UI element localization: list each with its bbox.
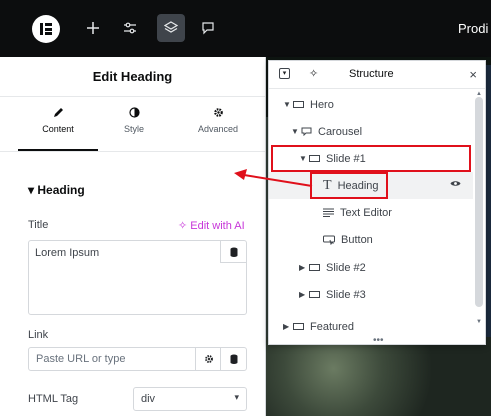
carousel-icon: [301, 127, 312, 136]
heading-section-toggle[interactable]: ▾ Heading: [28, 183, 85, 197]
container-icon: [293, 100, 304, 109]
tree-item-hero[interactable]: ▼ Hero: [269, 91, 473, 118]
tree-item-text-editor[interactable]: Text Editor: [269, 199, 473, 226]
html-tag-label: HTML Tag: [28, 393, 79, 405]
editor-top-bar: Prodi: [0, 0, 491, 57]
tree-item-slide-2[interactable]: ▶ Slide #2: [269, 254, 473, 281]
caret-right-icon[interactable]: ▶: [299, 263, 309, 272]
resize-handle[interactable]: •••: [373, 335, 384, 346]
database-icon: [230, 354, 237, 364]
tab-content-label: Content: [42, 124, 74, 134]
database-icon: [230, 247, 237, 257]
link-options-button[interactable]: [195, 347, 221, 371]
dynamic-tags-button[interactable]: [220, 241, 246, 263]
title-textarea[interactable]: Lorem Ipsum: [28, 240, 247, 315]
elementor-logo[interactable]: [32, 15, 60, 43]
edit-with-ai-label: Edit with AI: [190, 220, 245, 232]
highlight-heading: [310, 172, 388, 199]
section-title: Heading: [37, 183, 85, 197]
button-icon: [323, 235, 335, 245]
tab-advanced[interactable]: Advanced: [178, 107, 258, 134]
active-tab-indicator: [18, 149, 98, 151]
chevron-down-icon: ▾: [234, 392, 239, 402]
panel-tabs: Content Style Advanced: [0, 97, 265, 152]
container-icon: [309, 263, 320, 272]
tree-item-label: Slide #2: [326, 261, 366, 274]
structure-panel: ▾ ✧ Structure × ▼ Hero ▼ Carousel ▼ Slid…: [268, 60, 486, 346]
container-icon: [293, 322, 304, 331]
structure-header: ▾ ✧ Structure ×: [269, 61, 485, 89]
link-label: Link: [28, 329, 49, 341]
caret-down-icon[interactable]: ▼: [291, 127, 301, 136]
container-icon: [309, 290, 320, 299]
caret-right-icon[interactable]: ▶: [299, 290, 309, 299]
text-editor-icon: [323, 208, 334, 217]
gear-icon: [213, 108, 223, 117]
tab-style-label: Style: [123, 124, 144, 134]
layers-icon[interactable]: [157, 14, 185, 42]
structure-title: Structure: [349, 68, 394, 80]
sparkle-icon: ✧: [178, 220, 191, 232]
tree-item-label: Hero: [310, 98, 334, 111]
eye-icon[interactable]: [450, 179, 461, 191]
tree-item-featured[interactable]: ▶ Featured: [269, 313, 473, 340]
annotation-arrow: [234, 169, 313, 187]
tab-content[interactable]: Content: [18, 107, 98, 134]
title-value: Lorem Ipsum: [35, 247, 100, 259]
collapse-icon[interactable]: ▾: [279, 68, 290, 79]
link-dynamic-tags-button[interactable]: [220, 347, 246, 371]
tree-item-label: Slide #3: [326, 288, 366, 301]
tree-item-label: Text Editor: [340, 206, 392, 219]
caret-down-icon: ▾: [28, 183, 38, 197]
tab-advanced-label: Advanced: [197, 124, 239, 134]
preview-image: [266, 337, 491, 416]
plus-icon[interactable]: [79, 14, 107, 42]
comment-icon[interactable]: [194, 14, 222, 42]
tree-item-label: Featured: [310, 320, 355, 333]
tree-item-button[interactable]: Button: [269, 226, 473, 253]
panel-title: Edit Heading: [0, 57, 265, 97]
tree-item-carousel[interactable]: ▼ Carousel: [269, 118, 473, 145]
sparkle-icon[interactable]: ✧: [309, 67, 318, 80]
tree-item-label: Button: [341, 233, 373, 246]
title-label: Title: [28, 219, 49, 231]
link-placeholder: Paste URL or type: [36, 353, 126, 365]
edit-panel: Edit Heading Content Style Advanced ▾ He…: [0, 57, 266, 416]
tree-item-slide-3[interactable]: ▶ Slide #3: [269, 281, 473, 308]
html-tag-value: div: [141, 393, 156, 405]
edit-with-ai-link[interactable]: ✧ Edit with AI: [178, 219, 245, 232]
site-name[interactable]: Prodi: [458, 21, 488, 36]
gear-icon: [204, 355, 213, 363]
sliders-icon[interactable]: [116, 14, 144, 42]
scroll-down-arrow[interactable]: ▼: [476, 319, 482, 325]
half-circle-icon: [128, 107, 140, 118]
caret-down-icon[interactable]: ▼: [283, 100, 293, 109]
pencil-icon: [53, 108, 63, 117]
tree-item-label: Carousel: [318, 125, 363, 138]
structure-scrollbar[interactable]: [475, 97, 483, 307]
link-input[interactable]: Paste URL or type: [28, 347, 247, 371]
close-icon[interactable]: ×: [469, 67, 477, 82]
tab-style[interactable]: Style: [94, 107, 174, 134]
caret-right-icon[interactable]: ▶: [283, 322, 293, 331]
html-tag-select[interactable]: div ▾: [133, 387, 247, 411]
